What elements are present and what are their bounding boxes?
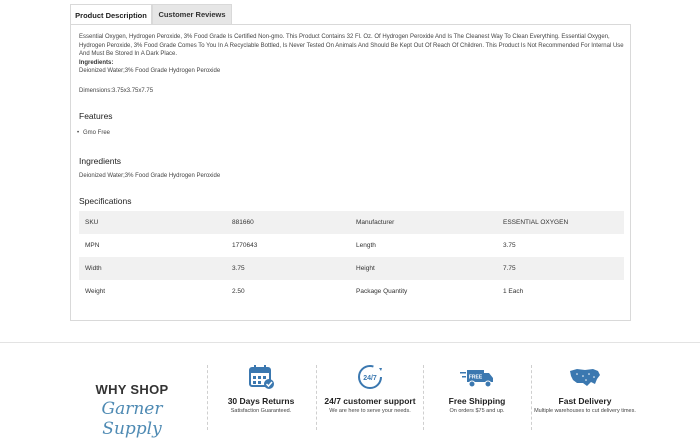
table-row: SKU 881660 Manufacturer ESSENTIAL OXYGEN xyxy=(79,211,624,234)
table-row: Width 3.75 Height 7.75 xyxy=(79,257,624,280)
perk-subtitle: On orders $75 and up. xyxy=(449,408,505,414)
why-shop-block: WHY SHOP Garner Supply xyxy=(70,382,194,439)
spec-value: 3.75 xyxy=(226,257,350,280)
table-row: MPN 1770643 Length 3.75 xyxy=(79,234,624,257)
perk-subtitle: Multiple warehouses to cut delivery time… xyxy=(534,408,636,414)
perk-title: 30 Days Returns xyxy=(227,396,295,406)
table-row: Weight 2.50 Package Quantity 1 Each xyxy=(79,280,624,303)
support-24-7-icon: 24/7 xyxy=(358,365,382,389)
why-shop-heading: WHY SHOP xyxy=(95,382,169,397)
dimensions-text: Dimensions:3.75x3.75x7.75 xyxy=(79,88,154,94)
spec-key: Weight xyxy=(79,280,226,303)
spec-value: 881660 xyxy=(226,211,350,234)
perk-delivery: Fast Delivery Multiple warehouses to cut… xyxy=(531,362,639,415)
footer-divider xyxy=(0,342,700,343)
perk-support: 24/7 24/7 customer support We are here t… xyxy=(316,362,424,415)
spec-value: 1770643 xyxy=(226,234,350,257)
ingredients-text: Deionized Water;3% Food Grade Hydrogen P… xyxy=(79,173,221,179)
spec-key: SKU xyxy=(79,211,226,234)
ingredients-heading: Ingredients xyxy=(79,156,122,166)
spec-value: ESSENTIAL OXYGEN xyxy=(497,211,624,234)
spec-key: Height xyxy=(350,257,497,280)
description-block: Essential Oxygen, Hydrogen Peroxide, 3% … xyxy=(79,33,624,76)
perk-shipping: FREE Free Shipping On orders $75 and up. xyxy=(423,362,531,415)
spec-key: Length xyxy=(350,234,497,257)
tab-customer-reviews[interactable]: Customer Reviews xyxy=(152,4,232,24)
spec-value: 3.75 xyxy=(497,234,624,257)
spec-value: 7.75 xyxy=(497,257,624,280)
spec-key: MPN xyxy=(79,234,226,257)
ingredients-label: Ingredients: xyxy=(79,59,114,66)
perk-title: Free Shipping xyxy=(448,396,506,406)
ingredients-inline-text: Deionized Water;3% Food Grade Hydrogen P… xyxy=(79,68,221,74)
perk-subtitle: We are here to serve your needs. xyxy=(329,408,411,414)
description-text: Essential Oxygen, Hydrogen Peroxide, 3% … xyxy=(79,34,624,57)
tab-panel: Essential Oxygen, Hydrogen Peroxide, 3% … xyxy=(70,24,631,321)
list-item: Gmo Free xyxy=(83,130,110,136)
spec-key: Package Quantity xyxy=(350,280,497,303)
brand-name: Garner Supply xyxy=(101,399,163,439)
perk-title: Fast Delivery xyxy=(558,396,612,406)
perk-returns: 30 Days Returns Satisfaction Guaranteed. xyxy=(207,362,315,415)
truck-icon: FREE xyxy=(460,370,493,388)
perk-title: 24/7 customer support xyxy=(324,396,416,406)
tab-product-description[interactable]: Product Description xyxy=(70,4,152,25)
spec-value: 2.50 xyxy=(226,280,350,303)
product-tabs: Product Description Customer Reviews xyxy=(70,4,232,25)
specifications-table: SKU 881660 Manufacturer ESSENTIAL OXYGEN… xyxy=(79,211,624,303)
svg-text:FREE: FREE xyxy=(469,375,483,381)
features-heading: Features xyxy=(79,111,113,121)
features-list: Gmo Free xyxy=(83,130,110,136)
calendar-icon xyxy=(249,365,274,389)
svg-text:24/7: 24/7 xyxy=(363,375,377,382)
perk-subtitle: Satisfaction Guaranteed. xyxy=(230,408,292,414)
specifications-heading: Specifications xyxy=(79,196,132,206)
usa-map-icon xyxy=(570,369,600,386)
spec-value: 1 Each xyxy=(497,280,624,303)
spec-key: Manufacturer xyxy=(350,211,497,234)
spec-key: Width xyxy=(79,257,226,280)
